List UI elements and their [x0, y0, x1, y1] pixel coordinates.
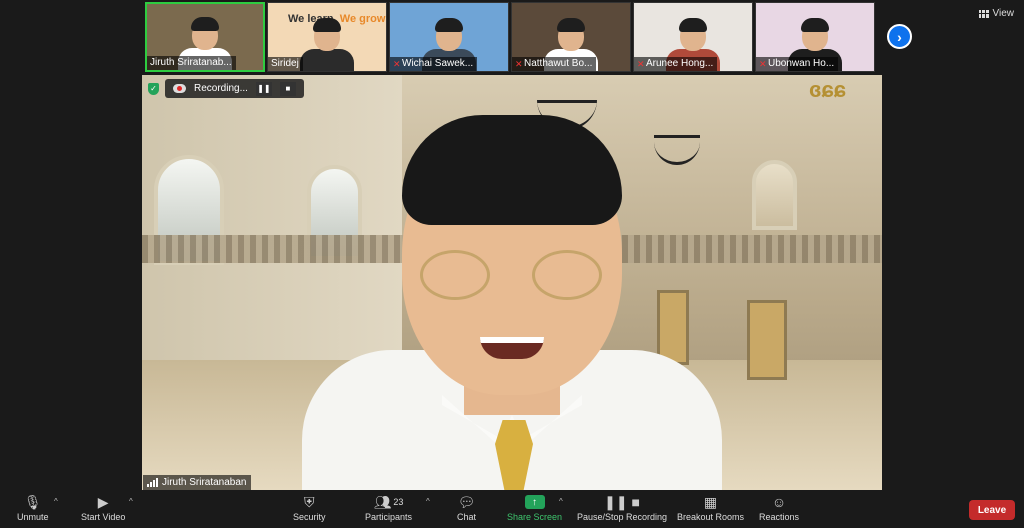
microphone-muted-icon: 🎙︎: [23, 493, 42, 510]
view-button[interactable]: View: [978, 8, 1015, 19]
participant-name-label: Jiruth Sriratanab...: [147, 56, 236, 70]
participant-strip: Jiruth Sriratanab... We learn, We grow Sir…: [145, 2, 875, 72]
glasses: [420, 250, 490, 300]
shield-icon: ⛨: [304, 493, 315, 510]
anniversary-logo: ɞɕɕ: [809, 77, 846, 102]
share-options-caret[interactable]: ^: [559, 497, 563, 506]
view-label: View: [992, 8, 1015, 19]
pause-stop-icon: ❚❚ ■: [604, 493, 640, 510]
security-button[interactable]: ⛨ Security: [293, 493, 326, 523]
window: [752, 160, 797, 230]
participant-tile[interactable]: ✕ Arunee Hong...: [633, 2, 753, 72]
breakout-rooms-button[interactable]: ▦ Breakout Rooms: [677, 493, 744, 523]
active-speaker-name: Jiruth Sriratanaban: [162, 477, 247, 488]
door: [747, 300, 787, 380]
participant-video: [300, 18, 354, 71]
stop-recording-icon[interactable]: ■: [279, 81, 296, 96]
participants-count: 23: [393, 497, 404, 507]
microphone-muted-icon: ✕: [515, 58, 523, 69]
microphone-muted-icon: ✕: [759, 58, 767, 69]
breakout-rooms-icon: ▦: [703, 493, 718, 510]
participants-icon: 👥︎: [373, 493, 392, 510]
video-off-icon: ▶︎: [97, 493, 109, 510]
recording-label: Recording...: [194, 83, 248, 94]
participant-tile[interactable]: ✕ Wichai Sawek...: [389, 2, 509, 72]
participant-tile[interactable]: ✕ Natthawut Bo...: [511, 2, 631, 72]
unmute-button[interactable]: 🎙︎ Unmute: [17, 493, 49, 523]
next-page-button[interactable]: ›: [887, 24, 912, 49]
start-video-button[interactable]: ▶︎ Start Video: [81, 493, 125, 523]
active-speaker-label: Jiruth Sriratanaban: [143, 475, 251, 490]
chat-bubble-icon: 💬︎: [457, 493, 476, 510]
chat-button[interactable]: 💬︎ Chat: [457, 493, 476, 523]
participants-button[interactable]: 👥︎ 23 Participants: [365, 493, 412, 523]
share-screen-button[interactable]: ↑ Share Screen: [507, 493, 562, 522]
pause-recording-icon[interactable]: ❚❚: [255, 81, 272, 96]
participant-name-label: ✕ Ubonwan Ho...: [756, 57, 839, 71]
microphone-muted-icon: ✕: [637, 58, 645, 69]
meeting-toolbar: 🎙︎ Unmute ^ ▶︎ Start Video ^ ⛨ Security …: [0, 490, 1024, 528]
participant-name-label: ✕ Arunee Hong...: [634, 57, 718, 71]
audio-options-caret[interactable]: ^: [54, 497, 58, 506]
reactions-smiley-icon: ☺︎: [771, 494, 787, 510]
participants-options-caret[interactable]: ^: [426, 497, 430, 506]
encryption-shield-icon: ✓: [148, 82, 159, 95]
speaker-figure: [292, 115, 732, 490]
participant-tile[interactable]: ✕ Ubonwan Ho...: [755, 2, 875, 72]
microphone-muted-icon: ✕: [393, 58, 401, 69]
participant-name-label: ✕ Wichai Sawek...: [390, 57, 478, 71]
pause-stop-recording-button[interactable]: ❚❚ ■ Pause/Stop Recording: [577, 493, 667, 523]
share-screen-icon: ↑: [524, 495, 545, 509]
recording-bar: ✓ Recording... ❚❚ ■: [148, 79, 304, 98]
grid-icon: [978, 9, 989, 18]
recording-icon: [173, 84, 186, 93]
participant-tile[interactable]: Jiruth Sriratanab...: [145, 2, 265, 72]
reactions-button[interactable]: ☺︎ Reactions: [759, 493, 799, 522]
video-options-caret[interactable]: ^: [129, 497, 133, 506]
participant-name-label: ✕ Natthawut Bo...: [512, 57, 597, 71]
main-video: ɞɕɕ: [142, 75, 882, 490]
participant-tile[interactable]: We learn, We grow Siridej: [267, 2, 387, 72]
glasses: [532, 250, 602, 300]
chevron-right-icon: ›: [897, 28, 902, 45]
participant-name-label: Siridej: [268, 57, 303, 71]
recording-indicator: Recording... ❚❚ ■: [165, 79, 304, 98]
signal-strength-icon: [147, 478, 158, 487]
leave-button[interactable]: Leave: [969, 500, 1015, 520]
